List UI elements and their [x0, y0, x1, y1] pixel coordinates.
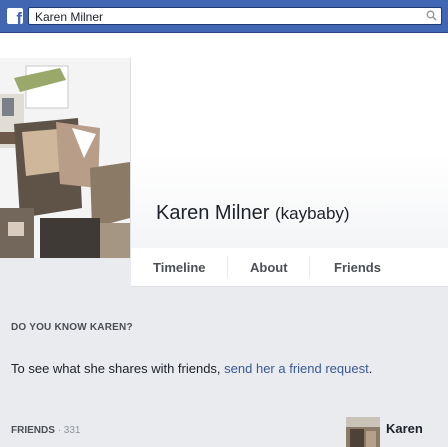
friend-request-link[interactable]: send her a friend request [224, 361, 369, 376]
profile-alias: (kaybaby) [274, 204, 350, 223]
friend-name[interactable]: Karen [386, 421, 423, 436]
know-text-after: . [368, 361, 373, 376]
profile-name[interactable]: Karen Milner (kaybaby) [156, 202, 350, 225]
friend-avatar[interactable] [346, 417, 380, 447]
know-text-before: To see what she shares with friends, [11, 361, 225, 376]
tab-timeline[interactable]: Timeline [153, 260, 206, 275]
search-input[interactable]: Karen Milner [28, 7, 442, 25]
tab-divider [227, 256, 228, 278]
know-section-text: To see what she shares with friends, sen… [11, 361, 372, 376]
top-navigation-bar: f Karen Milner [0, 0, 448, 33]
friends-section-title[interactable]: FRIENDS · 331 [11, 425, 80, 436]
profile-tab-bar: Timeline About Friends [131, 248, 448, 287]
friends-count: · 331 [57, 425, 81, 436]
tab-divider [309, 256, 310, 278]
search-icon[interactable] [426, 10, 437, 21]
tab-friends[interactable]: Friends [334, 260, 381, 275]
search-input-value: Karen Milner [35, 10, 104, 24]
profile-picture-image [0, 58, 130, 258]
friend-avatar-image [346, 417, 380, 447]
profile-full-name: Karen Milner [156, 202, 270, 224]
know-section-title: DO YOU KNOW KAREN? [11, 322, 133, 333]
tab-about[interactable]: About [250, 260, 288, 275]
friends-label: FRIENDS [11, 425, 55, 436]
facebook-logo-icon[interactable]: f [7, 8, 23, 24]
profile-picture[interactable] [0, 58, 131, 258]
